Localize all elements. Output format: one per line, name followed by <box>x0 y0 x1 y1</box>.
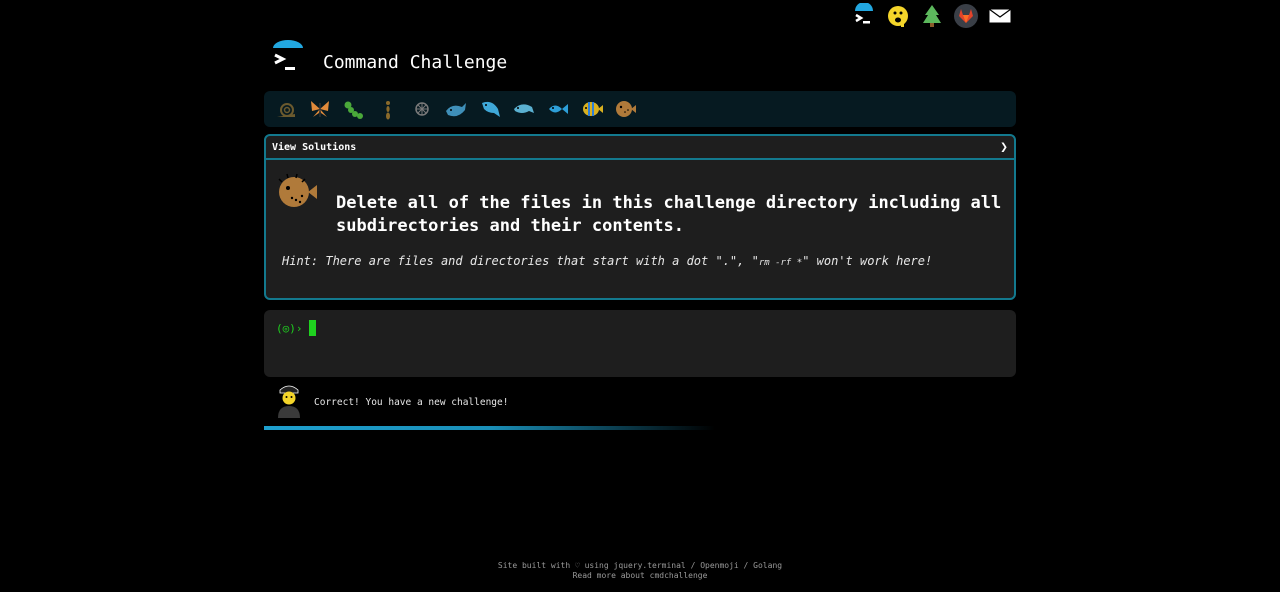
mail-icon[interactable] <box>986 2 1014 30</box>
snail-icon <box>277 103 295 117</box>
logo-icon[interactable] <box>270 40 306 76</box>
progress-bar <box>264 426 1016 430</box>
header: Command Challenge <box>270 40 507 76</box>
challenge-card: View Solutions ❯ Delete all of the files… <box>264 134 1016 300</box>
shell-icon <box>415 102 429 116</box>
blowfish-icon <box>616 101 636 117</box>
top-icon-bar <box>850 2 1014 30</box>
tropical-fish-icon <box>583 102 603 116</box>
view-solutions-toggle[interactable]: View Solutions ❯ <box>266 136 1014 160</box>
level-8-dolphin2-icon[interactable] <box>508 95 540 123</box>
challenge-description: Delete all of the files in this challeng… <box>336 193 1002 236</box>
footer: Site built with ♡ using jquery.terminal … <box>0 561 1280 581</box>
blowfish-icon <box>274 170 320 210</box>
whale-icon <box>446 103 466 117</box>
prompt-line: (◎)› <box>276 320 1004 336</box>
dolphin2-icon <box>514 104 534 113</box>
level-3-caterpillar-icon[interactable] <box>338 95 370 123</box>
challenge-hint: Hint: There are files and directories th… <box>282 254 932 268</box>
footer-read-more-link[interactable]: Read more about cmdchallenge <box>573 571 708 580</box>
terminal[interactable]: (◎)› <box>264 310 1016 377</box>
terminal-prompt: (◎)› <box>276 321 303 335</box>
level-2-butterfly-icon[interactable] <box>304 95 336 123</box>
hint-code: rm -rf * <box>758 258 803 268</box>
terminal-icon[interactable] <box>850 2 878 30</box>
level-7-dolphin-icon[interactable] <box>474 95 506 123</box>
view-solutions-label: View Solutions <box>272 141 357 153</box>
terminal-cursor <box>308 320 316 336</box>
level-9-fish-icon[interactable] <box>542 95 574 123</box>
gitlab-icon[interactable] <box>952 2 980 30</box>
level-1-snail-icon[interactable] <box>270 95 302 123</box>
hint-text: Hint: There are files and directories th… <box>282 254 759 268</box>
status-message: Correct! You have a new challenge! <box>272 382 508 420</box>
chevron-right-icon[interactable]: ❯ <box>1000 140 1008 155</box>
butterfly-icon <box>311 101 329 117</box>
level-4-ant-icon[interactable] <box>372 95 404 123</box>
tree-icon[interactable] <box>918 2 946 30</box>
page-title: Command Challenge <box>323 51 508 73</box>
progress-fill <box>264 426 716 430</box>
level-strip <box>264 91 1016 127</box>
level-10-tropical-fish-icon[interactable] <box>576 95 608 123</box>
status-text: Correct! You have a new challenge! <box>314 396 509 408</box>
face-icon[interactable] <box>884 2 912 30</box>
level-11-blowfish-icon[interactable] <box>610 95 642 123</box>
level-6-whale-icon[interactable] <box>440 95 472 123</box>
person-icon <box>272 382 306 420</box>
dolphin-icon <box>482 101 500 117</box>
hint-suffix: " won't work here! <box>802 254 933 268</box>
level-5-shell-icon[interactable] <box>406 95 438 123</box>
caterpillar-icon <box>344 101 363 119</box>
footer-credits: Site built with ♡ using jquery.terminal … <box>497 561 783 570</box>
ant-icon <box>386 101 390 120</box>
fish-icon <box>549 104 568 114</box>
